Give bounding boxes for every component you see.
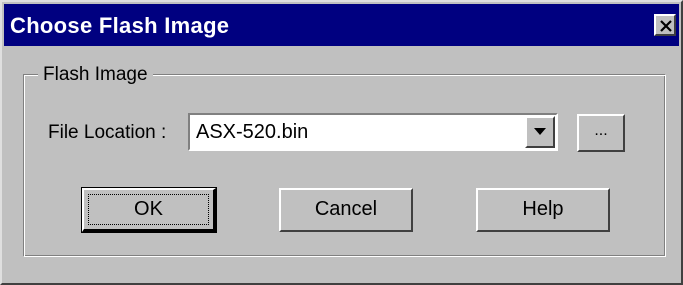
browse-button[interactable]: ... (577, 114, 625, 152)
dropdown-button[interactable] (525, 116, 555, 148)
focus-rectangle (88, 194, 209, 225)
ok-button[interactable]: OK (81, 187, 217, 233)
help-button-label: Help (522, 198, 564, 220)
cancel-button-label: Cancel (314, 198, 378, 220)
dialog-window: Choose Flash Image Flash Image File Loca… (0, 0, 683, 285)
file-location-label: File Location : (48, 122, 167, 143)
dialog-title: Choose Flash Image (10, 13, 230, 38)
cancel-button[interactable]: Cancel (279, 188, 413, 232)
close-button[interactable] (654, 14, 676, 36)
groupbox-label: Flash Image (38, 64, 153, 86)
close-icon (660, 20, 672, 32)
help-button[interactable]: Help (476, 188, 610, 232)
file-location-value[interactable]: ASX-520.bin (196, 121, 308, 144)
file-location-combobox[interactable]: ASX-520.bin (188, 113, 558, 151)
chevron-down-icon (534, 128, 546, 135)
title-bar[interactable]: Choose Flash Image (4, 4, 679, 46)
